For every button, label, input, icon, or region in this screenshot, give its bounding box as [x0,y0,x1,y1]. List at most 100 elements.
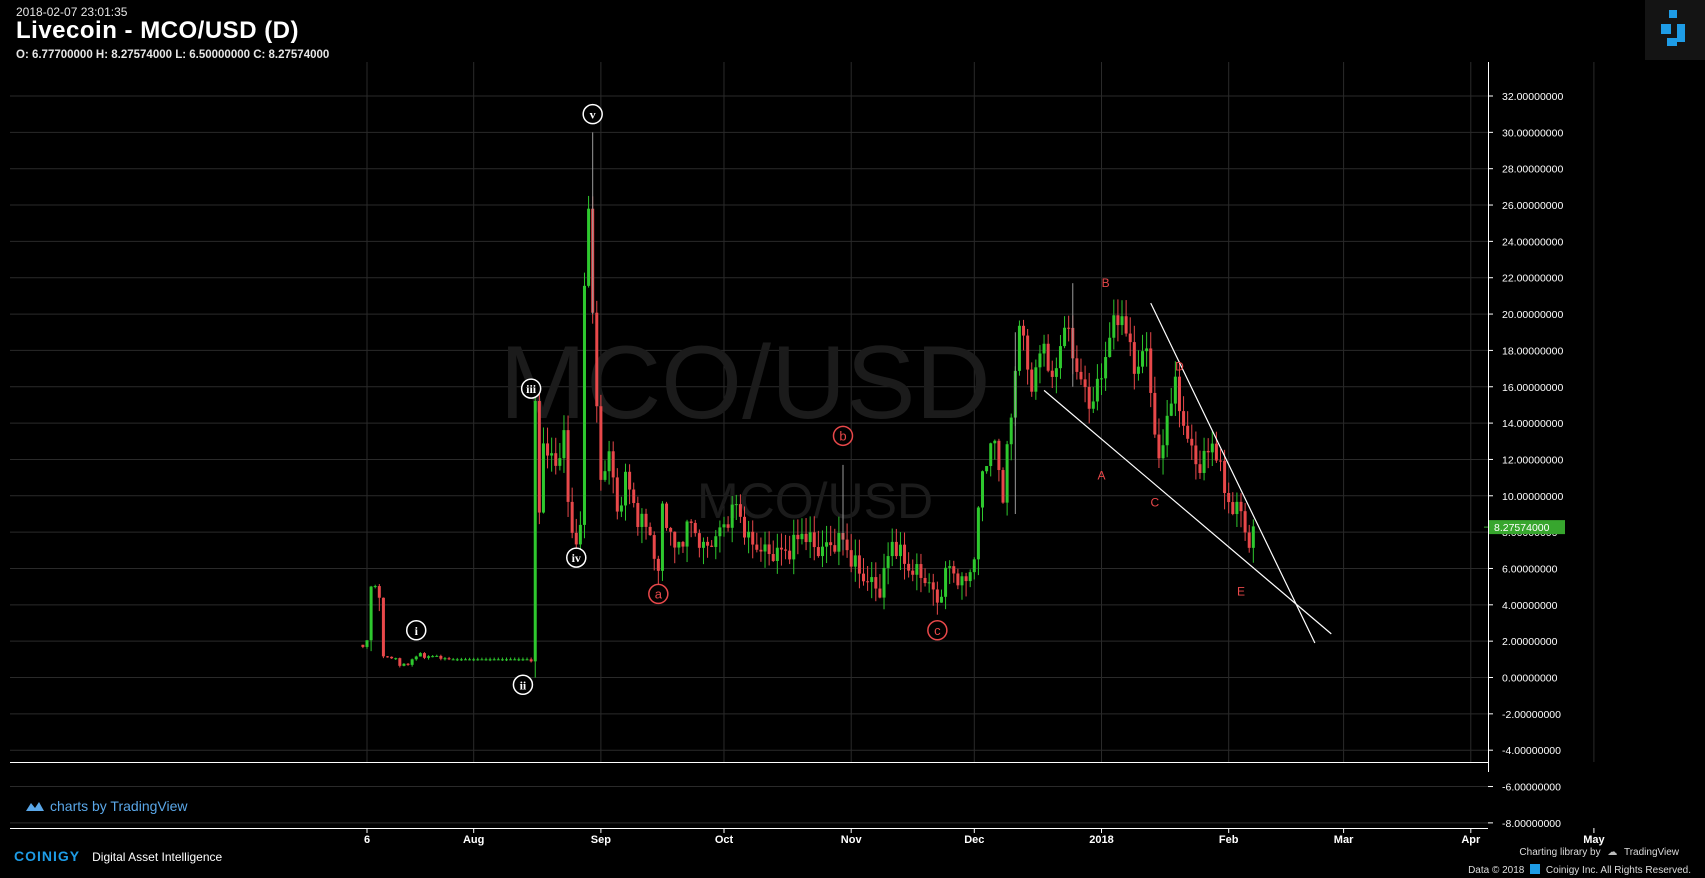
candle-body [422,653,426,658]
candle-body [730,504,734,528]
candle-body [788,550,792,560]
candle-body [1190,438,1194,446]
candle-body [1001,470,1005,503]
candle-body [439,655,443,659]
candle-body [673,531,677,548]
wave-label: E [1237,585,1245,599]
candle-body [455,659,459,661]
candle-body [1099,378,1103,380]
candle-body [628,471,632,490]
candle-body [640,513,644,527]
candle-body [418,653,422,657]
candle-body [693,522,697,534]
wave-label: ii [520,678,527,692]
candle-body [525,659,529,661]
candle-body [1128,333,1132,343]
footer-brand: COINIGY Digital Asset Intelligence [14,848,222,864]
price-tick-label: 26.00000000 [1502,200,1563,212]
candle-body [488,659,492,661]
wave-label: B [1102,276,1110,290]
candle-body [771,554,775,561]
time-tick-label: May [1583,834,1605,846]
candle-body [1083,379,1087,388]
candle-body [862,573,866,582]
candle-body [800,533,804,540]
candle-body [1235,501,1239,515]
candle-body [726,524,730,528]
candle-body [882,567,886,598]
candle-body [927,582,931,584]
candle-body [874,577,878,589]
candle-body [447,658,451,660]
last-price-label: 8.27574000 [1494,522,1550,534]
candle-body [1079,371,1083,380]
candle-body [886,556,890,568]
candle-body [1038,353,1042,368]
coinigy-logo[interactable] [1645,0,1705,60]
candle-body [677,541,681,548]
candle-body [1247,532,1251,548]
tradingview-cloud-icon: ☁ [1607,847,1618,858]
candle-body [484,659,488,661]
candle-body [1030,369,1034,392]
candle-body [414,656,418,660]
time-tick-label: Sep [591,834,611,846]
price-tick-label: 28.00000000 [1502,164,1563,176]
price-chart[interactable]: MCO/USD MCO/USD iiiiiiivvabcABCDE 32.000… [0,0,1705,878]
candle-body [463,659,467,661]
candle-body [796,534,800,540]
price-tick-label: -4.00000000 [1502,745,1561,757]
candle-body [496,659,500,661]
candle-body [911,570,915,575]
price-tick-label: 16.00000000 [1502,382,1563,394]
candle-body [517,659,521,661]
price-tick-label: 24.00000000 [1502,236,1563,248]
candle-body [1243,511,1247,533]
candle-body [1116,315,1120,326]
wave-label: b [839,428,846,443]
candle-body [1149,348,1153,393]
candle-body [1157,434,1161,459]
price-tick-label: 12.00000000 [1502,454,1563,466]
candle-body [701,541,705,548]
candle-body [1009,417,1013,445]
candle-body [570,501,574,533]
candle-body [611,451,615,478]
candle-body [1251,526,1255,548]
time-tick-label: Feb [1219,834,1239,846]
wave-label: C [1151,496,1160,510]
tradingview-badge[interactable]: charts by TradingView [24,798,187,814]
time-tick-label: Apr [1461,834,1481,846]
candle-body [1087,387,1091,409]
candle-body [546,443,550,456]
candle-body [689,521,693,523]
candle-body [541,443,545,513]
candle-body [1173,376,1177,404]
candle-body [833,545,837,552]
charting-credit: Charting library by ☁ TradingView [1519,847,1679,858]
price-tick-label: -2.00000000 [1502,709,1561,721]
candle-body [390,656,394,659]
time-axis: 6 Aug Sep Oct Nov Dec 2018 Feb Mar Apr May [10,762,1605,846]
candle-body [1227,493,1231,503]
candle-body [857,555,861,574]
candle-body [738,504,742,517]
candle-body [427,656,431,658]
candle-body [660,503,664,571]
candle-body [763,544,767,552]
price-tick-label: 20.00000000 [1502,309,1563,321]
candle-body [410,659,414,665]
candle-body [1198,464,1202,473]
time-tick-label: Dec [964,834,984,846]
time-tick-label: 6 [364,834,370,846]
candle-body [624,471,628,506]
wave-label: iv [572,551,581,565]
time-tick-label: 2018 [1089,834,1113,846]
candle-body [903,544,907,564]
price-axis: 32.00000000 30.00000000 28.00000000 26.0000… [1484,62,1565,830]
candle-body [1124,316,1128,334]
candle-body [919,564,923,578]
price-tick-label: 30.00000000 [1502,127,1563,139]
price-tick-label: 2.00000000 [1502,636,1558,648]
candle-body [1042,343,1046,354]
